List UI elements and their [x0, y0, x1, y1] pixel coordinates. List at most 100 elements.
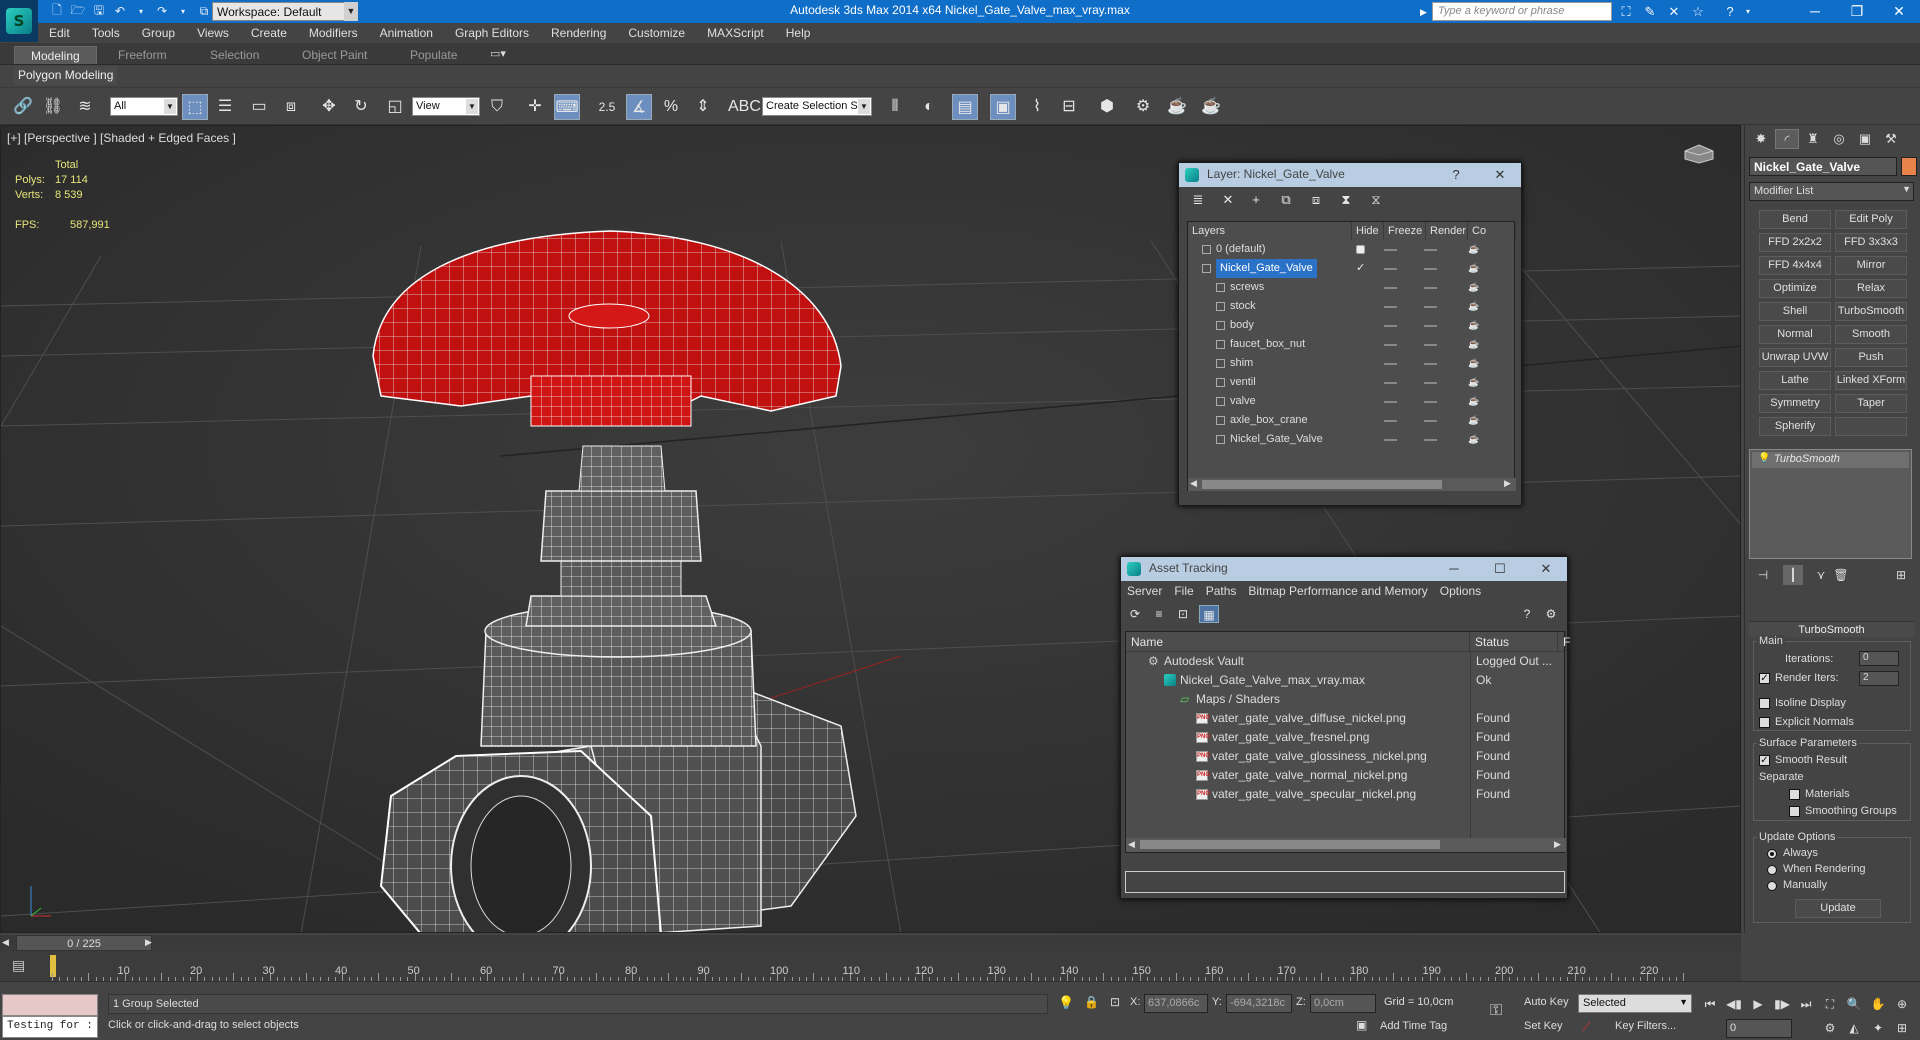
- layer-row[interactable]: shim ☕: [1188, 354, 1516, 373]
- layer-name[interactable]: Nickel_Gate_Valve: [1230, 430, 1323, 449]
- create-layer-icon[interactable]: +: [1245, 191, 1267, 209]
- layer-row[interactable]: ventil ☕: [1188, 373, 1516, 392]
- iterations-spinner[interactable]: 0: [1859, 651, 1899, 666]
- edit-named-selection-icon[interactable]: ABC: [728, 94, 761, 120]
- highlight-layer-icon[interactable]: ⧗: [1335, 191, 1357, 209]
- pan-icon[interactable]: ✋: [1868, 995, 1888, 1013]
- thumbnail-view-icon[interactable]: ⊡: [1173, 605, 1193, 623]
- asset-row[interactable]: PNG vater_gate_valve_normal_nickel.png Fou…: [1126, 766, 1566, 785]
- modifier-button-ffd-3x3x3[interactable]: FFD 3x3x3: [1835, 233, 1907, 252]
- modifier-button-normal[interactable]: Normal: [1759, 325, 1831, 344]
- set-key-filters-icon[interactable]: ⟋: [1582, 1020, 1590, 1035]
- render-iters-spinner[interactable]: 2: [1859, 671, 1899, 686]
- update-when-rendering-radio[interactable]: [1767, 865, 1777, 875]
- render-teapot-icon[interactable]: ☕: [1468, 378, 1479, 387]
- layer-name[interactable]: stock: [1230, 297, 1256, 316]
- menu-bitmap-performance[interactable]: Bitmap Performance and Memory: [1242, 584, 1433, 598]
- new-file-icon[interactable]: 🗋: [48, 2, 66, 20]
- help-dropdown-icon[interactable]: ▾: [1738, 2, 1758, 21]
- asset-row[interactable]: ▱ Maps / Shaders: [1126, 690, 1566, 709]
- material-editor-icon[interactable]: ⬢: [1094, 94, 1120, 120]
- smoothing-groups-checkbox[interactable]: [1789, 806, 1800, 817]
- update-always-radio[interactable]: [1767, 849, 1777, 859]
- object-color-swatch[interactable]: [1901, 157, 1917, 176]
- align-icon[interactable]: ◐: [916, 94, 942, 120]
- menu-maxscript[interactable]: MAXScript: [696, 23, 775, 43]
- utilities-tab-icon[interactable]: ⚒: [1879, 129, 1903, 149]
- time-tag-icon[interactable]: ▣: [1356, 1018, 1367, 1032]
- light-bulb-icon[interactable]: 💡: [1758, 453, 1770, 464]
- keyboard-shortcut-override-icon[interactable]: ⌨: [554, 94, 580, 120]
- asset-help-icon[interactable]: ?: [1517, 605, 1537, 623]
- object-name-field[interactable]: Nickel_Gate_Valve: [1749, 157, 1897, 176]
- scroll-thumb[interactable]: [1140, 840, 1440, 849]
- freeze-toggle-icon[interactable]: [1424, 268, 1437, 270]
- column-render[interactable]: Render: [1426, 222, 1468, 240]
- time-configuration-icon[interactable]: ⚙: [1820, 1019, 1840, 1037]
- toggle-scene-explorer-icon[interactable]: ▤: [952, 94, 978, 120]
- pivot-center-icon[interactable]: ⛉: [484, 94, 510, 120]
- modifier-button-unwrap-uvw[interactable]: Unwrap UVW: [1759, 348, 1831, 367]
- layer-name[interactable]: faucet_box_nut: [1230, 335, 1305, 354]
- table-view-icon[interactable]: ▦: [1199, 605, 1219, 623]
- menu-file[interactable]: File: [1168, 584, 1199, 598]
- help-icon[interactable]: ?: [1720, 2, 1740, 21]
- key-icon[interactable]: ⚿: [1490, 1002, 1502, 1020]
- hide-toggle-icon[interactable]: [1384, 439, 1397, 441]
- add-selection-to-layer-icon[interactable]: ⧉: [1275, 191, 1297, 209]
- asset-settings-icon[interactable]: ⚙: [1541, 605, 1561, 623]
- render-teapot-icon[interactable]: ☕: [1468, 416, 1479, 425]
- modifier-button-optimize[interactable]: Optimize: [1759, 279, 1831, 298]
- workspace-dropdown-icon[interactable]: ▼: [344, 2, 358, 21]
- freeze-toggle-icon[interactable]: [1424, 306, 1437, 308]
- active-layer-icon[interactable]: [1356, 245, 1365, 254]
- materials-checkbox[interactable]: [1789, 789, 1800, 800]
- selection-filter-dropdown[interactable]: All ▼: [110, 97, 178, 116]
- freeze-toggle-icon[interactable]: [1424, 439, 1437, 441]
- angle-snap-icon[interactable]: ∡: [626, 94, 652, 120]
- modifier-list-dropdown[interactable]: Modifier List ▼: [1749, 182, 1914, 201]
- undo-icon[interactable]: ↶: [111, 2, 129, 20]
- maximize-viewport-icon[interactable]: ⊞: [1892, 1019, 1912, 1037]
- absolute-mode-icon[interactable]: ⊡: [1110, 995, 1120, 1009]
- update-button[interactable]: Update: [1795, 899, 1881, 918]
- pin-stack-icon[interactable]: ⊣: [1753, 565, 1773, 585]
- orbit-icon[interactable]: ⊕: [1892, 995, 1912, 1013]
- menu-help[interactable]: Help: [775, 23, 822, 43]
- layer-row[interactable]: 0 (default) ☕: [1188, 240, 1516, 259]
- layer-row[interactable]: valve ☕: [1188, 392, 1516, 411]
- key-mode-dropdown[interactable]: Selected ▼: [1578, 994, 1692, 1013]
- freeze-toggle-icon[interactable]: [1424, 325, 1437, 327]
- open-file-icon[interactable]: 🗁: [69, 2, 87, 20]
- reference-coordinate-dropdown[interactable]: View ▼: [412, 97, 480, 116]
- make-unique-icon[interactable]: ⋎: [1811, 565, 1831, 585]
- modifier-button-shell[interactable]: Shell: [1759, 302, 1831, 321]
- menu-options[interactable]: Options: [1434, 584, 1487, 598]
- render-setup-icon[interactable]: ⚙: [1130, 94, 1156, 120]
- undo-dropdown-icon[interactable]: ▾: [132, 2, 150, 20]
- remove-modifier-icon[interactable]: 🗑: [1831, 565, 1851, 585]
- column-freeze[interactable]: Freeze: [1384, 222, 1426, 240]
- column-color[interactable]: Co: [1468, 222, 1516, 240]
- column-full-path[interactable]: F: [1558, 632, 1570, 652]
- tab-freeform[interactable]: Freeform: [102, 46, 183, 64]
- menu-animation[interactable]: Animation: [369, 23, 444, 43]
- configure-modifier-sets-icon[interactable]: ⊞: [1891, 565, 1911, 585]
- layer-name[interactable]: Nickel_Gate_Valve: [1216, 259, 1317, 278]
- layer-name[interactable]: shim: [1230, 354, 1253, 373]
- freeze-toggle-icon[interactable]: [1424, 344, 1437, 346]
- menu-graph-editors[interactable]: Graph Editors: [444, 23, 540, 43]
- render-teapot-icon[interactable]: ☕: [1468, 340, 1479, 349]
- tab-modeling[interactable]: Modeling: [14, 46, 97, 64]
- maxscript-listener-output[interactable]: [2, 994, 98, 1016]
- favorites-star-icon[interactable]: ☆: [1688, 2, 1708, 21]
- select-manipulate-icon[interactable]: ✛: [522, 94, 548, 120]
- render-teapot-icon[interactable]: ☕: [1468, 359, 1479, 368]
- modifier-stack[interactable]: TurboSmooth 💡: [1749, 449, 1912, 559]
- maxscript-listener-input[interactable]: Testing for :: [2, 1016, 98, 1038]
- menu-rendering[interactable]: Rendering: [540, 23, 617, 43]
- schematic-view-icon[interactable]: ⊟: [1056, 94, 1082, 120]
- layer-row[interactable]: screws ☕: [1188, 278, 1516, 297]
- layer-row[interactable]: Nickel_Gate_Valve ☕: [1188, 430, 1516, 449]
- key-filters-button[interactable]: Key Filters...: [1615, 1020, 1676, 1032]
